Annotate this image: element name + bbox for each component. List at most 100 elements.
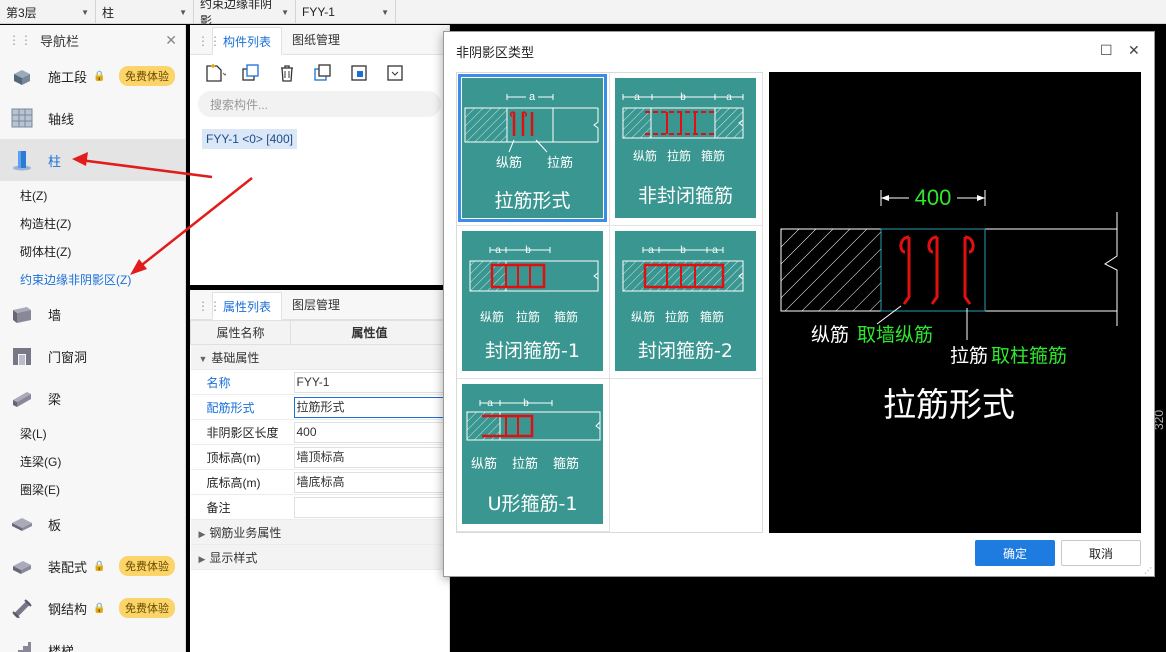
prop-key-bottom-elevation: 底标高(m) — [190, 469, 291, 495]
maximize-icon[interactable]: ☐ — [1100, 42, 1113, 59]
top-toolbar: 第3层 ▼ 柱 ▼ 约束边缘非阴影 ▼ FYY-1 ▼ — [0, 0, 1166, 28]
svg-text:a: a — [495, 245, 501, 256]
floor-select[interactable]: 第3层 ▼ — [0, 0, 96, 24]
nav-item-wall[interactable]: 墙 — [0, 293, 185, 335]
nav-item-slab[interactable]: 板 — [0, 503, 185, 545]
nav-sub-column-z[interactable]: 柱(Z) — [0, 181, 185, 209]
tab-layer-management[interactable]: 图层管理 — [282, 291, 350, 319]
type-tile-open-stirrup[interactable]: a b a 纵筋 拉筋 箍筋 非封闭箍筋 — [615, 78, 756, 218]
preview-tie-label: 拉筋 — [950, 345, 988, 367]
col-property-name: 属性名称 — [190, 320, 291, 345]
nav-sub-constraint-edge-non-shadow[interactable]: 约束边缘非阴影区(Z) — [0, 265, 185, 293]
nav-item-construction-stage[interactable]: 施工段 🔒 免费体验 — [0, 55, 185, 97]
grid-icon — [10, 106, 34, 130]
svg-text:纵筋: 纵筋 — [480, 309, 504, 324]
nav-item-stairs[interactable]: 楼梯 — [0, 629, 185, 652]
chevron-down-icon: ▼ — [81, 7, 89, 17]
drag-grip-icon[interactable]: ⋮⋮ — [197, 34, 221, 48]
group-rebar-properties[interactable]: ▶ 钢筋业务属性 — [190, 519, 449, 545]
type-tile-closed-stirrup-2[interactable]: a b a 纵筋 拉筋 箍筋 封闭箍筋-2 — [615, 231, 756, 371]
resize-grip-icon[interactable]: ⋰ — [1144, 566, 1152, 575]
prop-value-non-shadow-length[interactable]: 400 — [293, 421, 446, 443]
collapse-triangle-icon[interactable]: ▼ — [199, 354, 208, 364]
svg-text:a: a — [726, 92, 732, 103]
preview-dim-label: 400 — [915, 185, 952, 210]
nav-item-door-window[interactable]: 门窗洞 — [0, 335, 185, 377]
lock-icon: 🔒 — [93, 602, 106, 614]
table-row: 备注 — [190, 494, 449, 520]
tile-label: 非封闭箍筋 — [637, 185, 733, 207]
nav-item-prefab[interactable]: 装配式 🔒 免费体验 — [0, 545, 185, 587]
expand-triangle-icon[interactable]: ▶ — [199, 529, 206, 539]
nav-sub-masonry-column[interactable]: 砌体柱(Z) — [0, 237, 185, 265]
nav-item-steel-structure[interactable]: 钢结构 🔒 免费体验 — [0, 587, 185, 629]
group-basic-properties[interactable]: ▼ 基础属性 — [190, 344, 449, 370]
preview-longitudinal-label: 纵筋 — [811, 324, 849, 346]
free-trial-badge[interactable]: 免费体验 — [119, 556, 175, 576]
close-icon[interactable]: ✕ — [1128, 42, 1140, 59]
delete-icon[interactable] — [276, 62, 298, 84]
prop-value-bottom-elevation[interactable]: 墙底标高 — [293, 471, 446, 493]
category-select[interactable]: 柱 ▼ — [96, 0, 194, 24]
component-list-item[interactable]: FYY-1 <0> [400] — [202, 129, 297, 149]
nav-sub-ring-beam[interactable]: 圈梁(E) — [0, 475, 185, 503]
close-icon[interactable]: ✕ — [165, 32, 177, 49]
nav-sub-construction-column[interactable]: 构造柱(Z) — [0, 209, 185, 237]
type-tile-tie-bar[interactable]: a 纵筋 拉筋 拉筋形式 — [458, 74, 607, 222]
free-trial-badge[interactable]: 免费体验 — [119, 66, 175, 86]
group-display-style[interactable]: ▶ 显示样式 — [190, 544, 449, 570]
type-tile-u-stirrup-1[interactable]: a b 纵筋 拉筋 箍筋 U形箍筋-1 — [462, 384, 603, 524]
drag-grip-icon[interactable]: ⋮⋮ — [197, 299, 221, 313]
cancel-button[interactable]: 取消 — [1061, 540, 1141, 566]
type-preview: 400 纵筋 取墙纵筋 拉筋 取柱箍筋 拉筋形式 — [769, 72, 1141, 533]
property-tabs: ⋮⋮ 属性列表 图层管理 — [190, 290, 449, 320]
steel-structure-icon — [10, 596, 34, 620]
subtype-select[interactable]: 约束边缘非阴影 ▼ — [194, 0, 296, 28]
tab-drawing-management[interactable]: 图纸管理 — [282, 26, 350, 54]
svg-text:拉筋: 拉筋 — [512, 456, 538, 471]
free-trial-badge[interactable]: 免费体验 — [119, 598, 175, 618]
type-tile-closed-stirrup-1[interactable]: a b 纵筋 拉筋 箍筋 封闭箍筋-1 — [462, 231, 603, 371]
expand-triangle-icon[interactable]: ▶ — [199, 554, 206, 564]
nav-header: ⋮⋮ 导航栏 ✕ — [0, 25, 185, 55]
column-icon — [10, 148, 34, 172]
tab-component-list[interactable]: 构件列表 — [212, 27, 283, 55]
ok-button[interactable]: 确定 — [975, 540, 1055, 566]
type-cell: a b 纵筋 拉筋 箍筋 U形箍筋-1 — [457, 379, 610, 532]
stairs-icon — [10, 638, 34, 652]
component-search-input[interactable]: 搜索构件... — [198, 91, 441, 117]
nav-sub-coupling-beam[interactable]: 连梁(G) — [0, 447, 185, 475]
component-select[interactable]: FYY-1 ▼ — [296, 0, 396, 24]
tie-bar-label: 拉筋 — [547, 155, 573, 170]
beam-icon — [10, 386, 34, 410]
prop-key-non-shadow-length: 非阴影区长度 — [190, 419, 291, 445]
type-cell: a b 纵筋 拉筋 箍筋 封闭箍筋-1 — [457, 226, 610, 379]
sort-icon[interactable] — [384, 62, 406, 84]
prop-value-top-elevation[interactable]: 墙顶标高 — [293, 446, 446, 468]
col-property-value: 属性值 — [290, 320, 449, 345]
nav-sub-beam-l[interactable]: 梁(L) — [0, 419, 185, 447]
new-component-icon[interactable] — [204, 62, 226, 84]
prop-value-name[interactable]: FYY-1 — [293, 371, 446, 393]
component-list-panel: ⋮⋮ 构件列表 图纸管理 搜索构件... FYY-1 <0> [400] — [190, 25, 450, 285]
tab-property-list[interactable]: 属性列表 — [212, 292, 283, 320]
property-table: 属性名称 属性值 ▼ 基础属性 名称 FYY-1 配筋形式 拉筋形式 非阴影区长度… — [190, 320, 449, 570]
chevron-down-icon: ▼ — [381, 7, 389, 17]
prop-value-rebar-form[interactable]: 拉筋形式 — [293, 396, 446, 418]
svg-text:a: a — [634, 92, 640, 103]
wall-icon — [10, 302, 34, 326]
floor-settings-icon[interactable] — [348, 62, 370, 84]
svg-text:b: b — [680, 92, 686, 103]
dim-a-label: a — [529, 91, 536, 103]
nav-item-axis[interactable]: 轴线 — [0, 97, 185, 139]
prop-key-name: 名称 — [190, 369, 291, 395]
drag-grip-icon[interactable]: ⋮⋮ — [8, 33, 32, 47]
svg-text:纵筋: 纵筋 — [633, 148, 657, 163]
type-cell: a b a 纵筋 拉筋 箍筋 非封闭箍筋 — [610, 73, 763, 226]
table-row: 配筋形式 拉筋形式 — [190, 394, 449, 420]
nav-item-beam[interactable]: 梁 — [0, 377, 185, 419]
copy-icon[interactable] — [240, 62, 262, 84]
nav-item-column[interactable]: 柱 — [0, 139, 185, 181]
prop-value-remark[interactable] — [293, 496, 446, 518]
copy-to-floor-icon[interactable] — [312, 62, 334, 84]
